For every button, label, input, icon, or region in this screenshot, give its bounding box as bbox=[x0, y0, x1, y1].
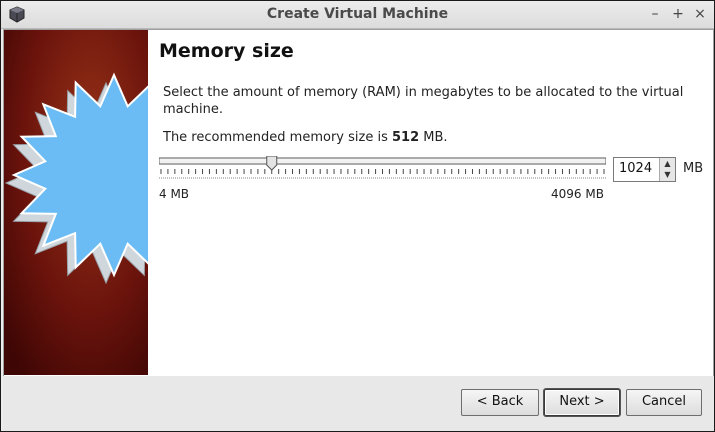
title-bar[interactable]: Create Virtual Machine – + × bbox=[1, 1, 714, 29]
minimize-button[interactable]: – bbox=[646, 5, 664, 23]
recommended-memory-text: The recommended memory size is 512 MB. bbox=[163, 130, 448, 145]
spin-down-icon[interactable]: ▼ bbox=[660, 169, 675, 180]
back-button-label: < Back bbox=[476, 394, 524, 409]
page-description: Select the amount of memory (RAM) in meg… bbox=[163, 85, 684, 117]
next-button[interactable]: Next > bbox=[544, 389, 620, 416]
memory-value-input[interactable]: 1024 bbox=[619, 161, 652, 176]
dialog-window: Create Virtual Machine – + × Memory size… bbox=[0, 0, 715, 432]
back-button[interactable]: < Back bbox=[461, 389, 539, 416]
starburst-graphic bbox=[4, 30, 148, 375]
slider-ticks bbox=[159, 169, 606, 179]
slider-min-label: 4 MB bbox=[159, 187, 190, 201]
cancel-button-label: Cancel bbox=[641, 394, 687, 409]
memory-spinbox[interactable]: 1024 ▲ ▼ bbox=[613, 157, 676, 182]
memory-slider[interactable] bbox=[159, 156, 606, 184]
maximize-button[interactable]: + bbox=[669, 5, 687, 23]
wizard-side-panel bbox=[4, 30, 148, 375]
next-button-label: Next > bbox=[559, 394, 605, 409]
recommend-suffix: MB. bbox=[419, 130, 448, 145]
memory-unit-label: MB bbox=[683, 161, 704, 176]
spin-arrows[interactable]: ▲ ▼ bbox=[659, 158, 675, 181]
close-button[interactable]: × bbox=[691, 5, 709, 23]
page-title: Memory size bbox=[159, 40, 294, 62]
spin-up-icon[interactable]: ▲ bbox=[660, 158, 675, 169]
wizard-page: Memory size Select the amount of memory … bbox=[148, 30, 712, 375]
recommended-memory-value: 512 bbox=[391, 130, 420, 145]
recommend-prefix: The recommended memory size is bbox=[163, 130, 392, 145]
slider-max-label: 4096 MB bbox=[551, 187, 604, 201]
window-title: Create Virtual Machine bbox=[266, 6, 449, 22]
cancel-button[interactable]: Cancel bbox=[626, 389, 702, 416]
slider-handle[interactable] bbox=[266, 156, 278, 171]
button-bar: < Back Next > Cancel bbox=[3, 376, 714, 431]
